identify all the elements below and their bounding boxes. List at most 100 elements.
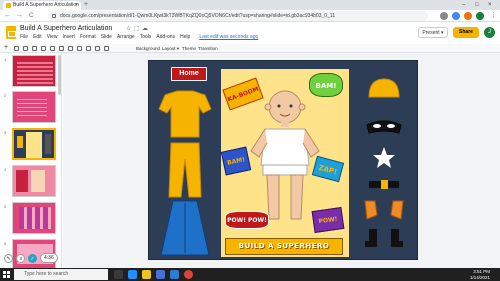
url-text: docs.google.com/presentation/d/1-Qwm0LKj… — [60, 13, 336, 19]
extension-icon[interactable] — [452, 12, 460, 20]
menu-help[interactable]: Help — [180, 34, 190, 40]
menu-view[interactable]: View — [47, 34, 58, 40]
slide-canvas[interactable]: Home KA-BOOM BAM! BAM! ZAP! POW! POW! PO… — [148, 60, 418, 260]
paint-format-icon[interactable] — [41, 46, 46, 51]
windows-start-icon[interactable] — [3, 271, 10, 278]
last-edit-link[interactable]: Last edit was seconds ago — [199, 34, 258, 40]
pow-pow-sticker[interactable]: POW! POW! — [225, 211, 269, 229]
pen-icon[interactable]: ✎ — [4, 253, 13, 263]
reload-icon[interactable]: C — [29, 11, 33, 21]
yellow-pants[interactable] — [168, 142, 202, 198]
black-belt[interactable] — [369, 180, 399, 189]
edge-icon[interactable] — [128, 270, 137, 279]
thumbnail-content — [19, 207, 51, 229]
user-avatar[interactable]: J — [484, 27, 495, 38]
slide-thumbnail-3-selected[interactable] — [12, 128, 56, 160]
extension-icon-2[interactable] — [464, 12, 472, 20]
slide-number: 6 — [4, 241, 7, 246]
back-arrow-icon[interactable]: ← — [4, 11, 11, 21]
bam-sticker-blue[interactable]: BAM! — [220, 146, 252, 176]
background-button[interactable]: Background — [136, 44, 160, 53]
new-tab-button[interactable]: + — [84, 1, 88, 9]
zoom-icon[interactable] — [50, 46, 55, 51]
toolbar-icon-group — [14, 46, 109, 51]
menu-arrange[interactable]: Arrange — [117, 34, 135, 40]
profile-avatar-icon[interactable] — [476, 12, 484, 20]
new-slide-button[interactable]: + — [4, 44, 8, 52]
orange-gloves[interactable] — [364, 200, 404, 220]
clock-date: 1/14/2021 — [469, 274, 490, 280]
window-close-button[interactable]: × — [488, 0, 492, 10]
line-icon[interactable] — [95, 46, 100, 51]
slides-logo-icon[interactable] — [6, 26, 16, 39]
taskbar-search-input[interactable]: Type here to search — [14, 269, 108, 280]
share-label: Share — [459, 29, 473, 35]
transition-button[interactable]: Transition — [198, 44, 218, 53]
recording-controls: ✎ ॥ ✓ 4:36 — [4, 253, 58, 263]
redo-icon[interactable] — [23, 46, 28, 51]
browser-tab[interactable]: Build A Superhero Articulation × — [3, 1, 81, 10]
cloud-status-icon[interactable]: ☁ — [142, 25, 148, 32]
blue-cape[interactable] — [160, 200, 210, 256]
system-clock[interactable]: 3:51 PM 1/14/2021 — [470, 269, 490, 280]
thumbnail-content — [45, 134, 51, 154]
tab-close-icon[interactable]: × — [75, 1, 78, 10]
filmstrip-scrollbar[interactable] — [58, 55, 61, 95]
url-input[interactable]: docs.google.com/presentation/d/1-Qwm0LKj… — [48, 11, 428, 21]
text-box-icon[interactable] — [68, 46, 73, 51]
pause-icon[interactable]: ॥ — [16, 253, 25, 263]
undo-icon[interactable] — [14, 46, 19, 51]
slide-number: 5 — [4, 204, 7, 209]
select-icon[interactable] — [59, 46, 64, 51]
present-button[interactable]: Present ▾ — [418, 27, 448, 38]
home-button[interactable]: Home — [171, 67, 207, 81]
bam-sticker-green[interactable]: BAM! — [309, 73, 343, 97]
yellow-shirt[interactable] — [158, 90, 212, 138]
task-view-icon[interactable] — [114, 270, 123, 279]
slide-thumbnail-2[interactable] — [12, 91, 56, 123]
recording-timer: 4:36 — [40, 253, 58, 263]
thumbnail-content — [16, 170, 28, 192]
comment-icon[interactable] — [104, 46, 109, 51]
minimize-button[interactable]: – — [462, 0, 465, 10]
layout-button[interactable]: Layout ▾ — [162, 44, 179, 53]
star-bookmark-icon[interactable] — [440, 12, 448, 20]
menu-tools[interactable]: Tools — [140, 34, 152, 40]
menu-edit[interactable]: Edit — [33, 34, 42, 40]
left-items — [158, 90, 212, 256]
menu-file[interactable]: File — [20, 34, 28, 40]
menu-bar: File Edit View Insert Format Slide Arran… — [20, 34, 258, 40]
slide-thumbnail-5[interactable] — [12, 202, 56, 234]
share-button[interactable]: Share — [453, 27, 479, 38]
yellow-helmet[interactable] — [368, 78, 400, 98]
move-folder-icon[interactable]: ⬚ — [134, 25, 140, 32]
thumbnail-content — [17, 60, 53, 84]
slide-thumbnail-4[interactable] — [12, 165, 56, 197]
pow-sticker-purple[interactable]: POW! — [311, 207, 345, 233]
black-mask[interactable] — [366, 120, 402, 134]
slide-thumbnail-1[interactable] — [12, 55, 56, 87]
maximize-button[interactable]: □ — [475, 0, 479, 10]
file-explorer-icon[interactable] — [142, 270, 151, 279]
star-icon[interactable]: ☆ — [126, 25, 131, 32]
theme-button[interactable]: Theme — [182, 44, 196, 53]
menu-addons[interactable]: Add-ons — [156, 34, 175, 40]
chrome-icon[interactable] — [184, 270, 193, 279]
shape-icon[interactable] — [86, 46, 91, 51]
forward-arrow-icon[interactable]: → — [16, 11, 23, 21]
menu-insert[interactable]: Insert — [62, 34, 75, 40]
image-icon[interactable] — [77, 46, 82, 51]
menu-slide[interactable]: Slide — [101, 34, 112, 40]
mail-icon[interactable] — [170, 270, 179, 279]
record-check-icon[interactable]: ✓ — [28, 253, 37, 263]
star-emblem[interactable] — [373, 147, 395, 168]
thumbnail-content — [31, 170, 45, 192]
store-icon[interactable] — [156, 270, 165, 279]
present-label: Present — [422, 30, 440, 36]
print-icon[interactable] — [32, 46, 37, 51]
thumbnail-content — [26, 132, 42, 158]
menu-format[interactable]: Format — [80, 34, 96, 40]
browser-menu-icon[interactable]: ⋮ — [490, 11, 497, 21]
black-boots[interactable] — [365, 229, 403, 247]
document-title[interactable]: Build A Superhero Articulation — [20, 25, 112, 32]
